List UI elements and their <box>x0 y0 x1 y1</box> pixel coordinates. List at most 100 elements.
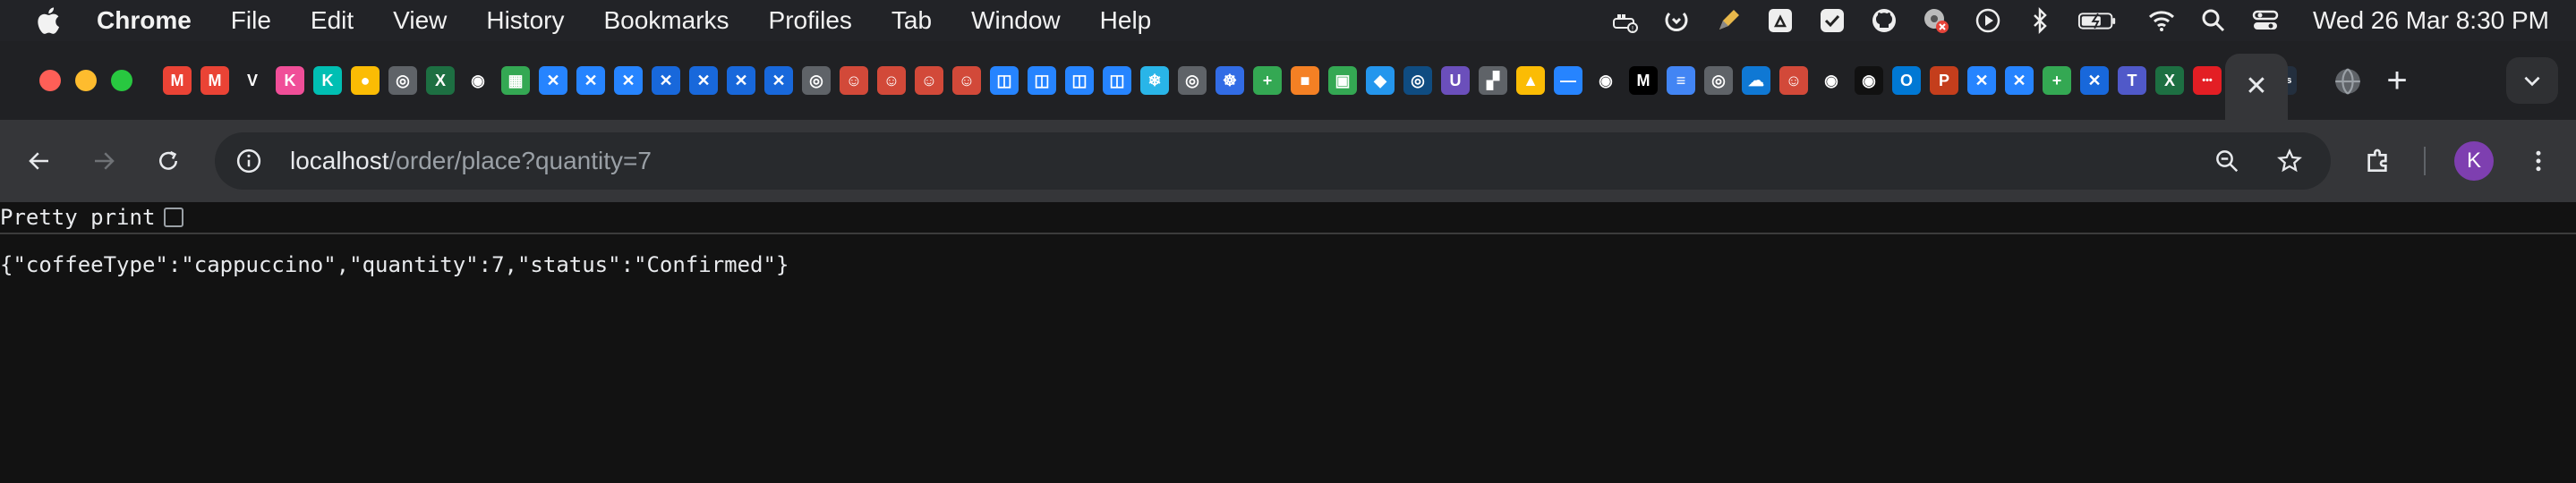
docs-icon[interactable]: ≡ <box>1667 66 1695 95</box>
app-icon[interactable]: ▣ <box>1328 66 1357 95</box>
jenkins-icon[interactable]: ☺ <box>1779 66 1808 95</box>
gmail-icon[interactable]: M <box>163 66 192 95</box>
confluence-icon[interactable]: ✕ <box>727 66 755 95</box>
jira-icon[interactable]: ✕ <box>614 66 643 95</box>
menu-file[interactable]: File <box>231 6 271 35</box>
active-tab[interactable]: ✕ <box>2225 54 2288 120</box>
teams-icon[interactable]: T <box>2118 66 2146 95</box>
github-icon[interactable]: ◉ <box>464 66 492 95</box>
zoom-window-button[interactable] <box>111 70 132 91</box>
jira-icon[interactable]: ✕ <box>576 66 605 95</box>
plus-app-icon[interactable]: + <box>2043 66 2071 95</box>
bluetooth-icon[interactable] <box>2025 5 2055 36</box>
menu-profiles[interactable]: Profiles <box>769 6 852 35</box>
excel-icon[interactable]: X <box>426 66 455 95</box>
kibana-icon[interactable]: K <box>276 66 304 95</box>
drive-icon[interactable]: ▲ <box>1516 66 1545 95</box>
app-icon[interactable]: ● <box>351 66 380 95</box>
kubernetes-icon[interactable]: ☸ <box>1215 66 1244 95</box>
site-info-icon[interactable] <box>231 143 267 179</box>
bitbucket-icon[interactable]: ◫ <box>1065 66 1094 95</box>
menu-edit[interactable]: Edit <box>311 6 354 35</box>
extensions-button[interactable] <box>2356 140 2399 182</box>
app-icon[interactable]: ◎ <box>1403 66 1432 95</box>
app-icon[interactable]: ▞ <box>1479 66 1507 95</box>
app-icon[interactable]: ••• <box>2193 66 2222 95</box>
app-icon[interactable]: U <box>1441 66 1470 95</box>
excel-icon[interactable]: X <box>2155 66 2184 95</box>
menu-window[interactable]: Window <box>971 6 1061 35</box>
bitbucket-icon[interactable]: ◫ <box>1028 66 1056 95</box>
kibana-icon[interactable]: K <box>313 66 342 95</box>
jira-icon[interactable]: ✕ <box>2005 66 2034 95</box>
profile-avatar[interactable]: K <box>2454 141 2494 181</box>
confluence-icon[interactable]: ✕ <box>764 66 793 95</box>
menu-tab[interactable]: Tab <box>891 6 932 35</box>
jenkins-icon[interactable]: ☺ <box>840 66 868 95</box>
docker-icon[interactable]: ◆ <box>1366 66 1395 95</box>
chrome-blocked-icon[interactable] <box>1921 5 1951 36</box>
new-tab-button[interactable]: + <box>2379 63 2415 98</box>
medium-icon[interactable]: M <box>1629 66 1658 95</box>
battery-icon[interactable] <box>2077 5 2120 36</box>
menu-help[interactable]: Help <box>1100 6 1152 35</box>
menu-bookmarks[interactable]: Bookmarks <box>603 6 729 35</box>
drive-icon[interactable] <box>1765 5 1796 36</box>
globe-icon[interactable]: ◎ <box>802 66 831 95</box>
pretty-print-checkbox[interactable] <box>164 208 184 227</box>
globe-tab-icon[interactable] <box>2333 66 2363 97</box>
github-icon[interactable]: ◉ <box>1855 66 1883 95</box>
menu-history[interactable]: History <box>486 6 564 35</box>
control-center-icon[interactable] <box>2250 5 2281 36</box>
check-icon[interactable] <box>1817 5 1847 36</box>
github-icon[interactable] <box>1869 5 1899 36</box>
globe-icon[interactable]: ◎ <box>1178 66 1207 95</box>
docker-icon[interactable]: ! <box>1609 5 1640 36</box>
globe-icon[interactable]: ◎ <box>388 66 417 95</box>
menu-clock[interactable]: Wed 26 Mar 8:30 PM <box>2313 6 2549 35</box>
onedrive-icon[interactable]: ☁ <box>1742 66 1770 95</box>
confluence-icon[interactable]: ✕ <box>2080 66 2109 95</box>
vpn-icon[interactable] <box>1661 5 1692 36</box>
app-icon[interactable]: — <box>1554 66 1582 95</box>
forward-button[interactable] <box>82 140 125 182</box>
bookmark-star-icon[interactable] <box>2272 143 2307 179</box>
chrome-menu-button[interactable] <box>2517 140 2560 182</box>
globe-icon[interactable]: ◎ <box>1704 66 1733 95</box>
back-button[interactable] <box>18 140 61 182</box>
reload-button[interactable] <box>147 140 190 182</box>
snowflake-icon[interactable]: ❄ <box>1140 66 1169 95</box>
zoom-out-icon[interactable] <box>2209 143 2245 179</box>
outlook-icon[interactable]: O <box>1892 66 1921 95</box>
bitbucket-icon[interactable]: ◫ <box>990 66 1019 95</box>
close-window-button[interactable] <box>39 70 61 91</box>
play-icon[interactable] <box>1973 5 2003 36</box>
jenkins-icon[interactable]: ☺ <box>877 66 906 95</box>
tab-close-icon[interactable]: ✕ <box>2245 73 2267 100</box>
jira-icon[interactable]: ✕ <box>539 66 567 95</box>
tab-search-button[interactable] <box>2506 57 2558 104</box>
plus-app-icon[interactable]: + <box>1253 66 1282 95</box>
confluence-icon[interactable]: ✕ <box>689 66 718 95</box>
apple-icon[interactable] <box>34 3 64 38</box>
url-text[interactable]: localhost/order/place?quantity=7 <box>290 147 652 175</box>
menu-view[interactable]: View <box>393 6 447 35</box>
jenkins-icon[interactable]: ☺ <box>952 66 981 95</box>
bitbucket-icon[interactable]: ◫ <box>1103 66 1131 95</box>
jenkins-icon[interactable]: ☺ <box>915 66 943 95</box>
gmail-icon[interactable]: M <box>200 66 229 95</box>
wifi-icon[interactable] <box>2146 5 2177 36</box>
minimize-window-button[interactable] <box>75 70 97 91</box>
powerpoint-icon[interactable]: P <box>1930 66 1958 95</box>
box-icon[interactable]: ■ <box>1291 66 1319 95</box>
confluence-icon[interactable]: ✕ <box>652 66 680 95</box>
sheets-icon[interactable]: ▦ <box>501 66 530 95</box>
jira-icon[interactable]: ✕ <box>1967 66 1996 95</box>
address-bar[interactable]: localhost/order/place?quantity=7 <box>215 132 2331 190</box>
pen-icon[interactable] <box>1713 5 1744 36</box>
menu-app-name[interactable]: Chrome <box>97 6 192 35</box>
search-icon[interactable] <box>2198 5 2229 36</box>
vercel-icon[interactable]: V <box>238 66 267 95</box>
github-icon[interactable]: ◉ <box>1817 66 1846 95</box>
github-icon[interactable]: ◉ <box>1591 66 1620 95</box>
